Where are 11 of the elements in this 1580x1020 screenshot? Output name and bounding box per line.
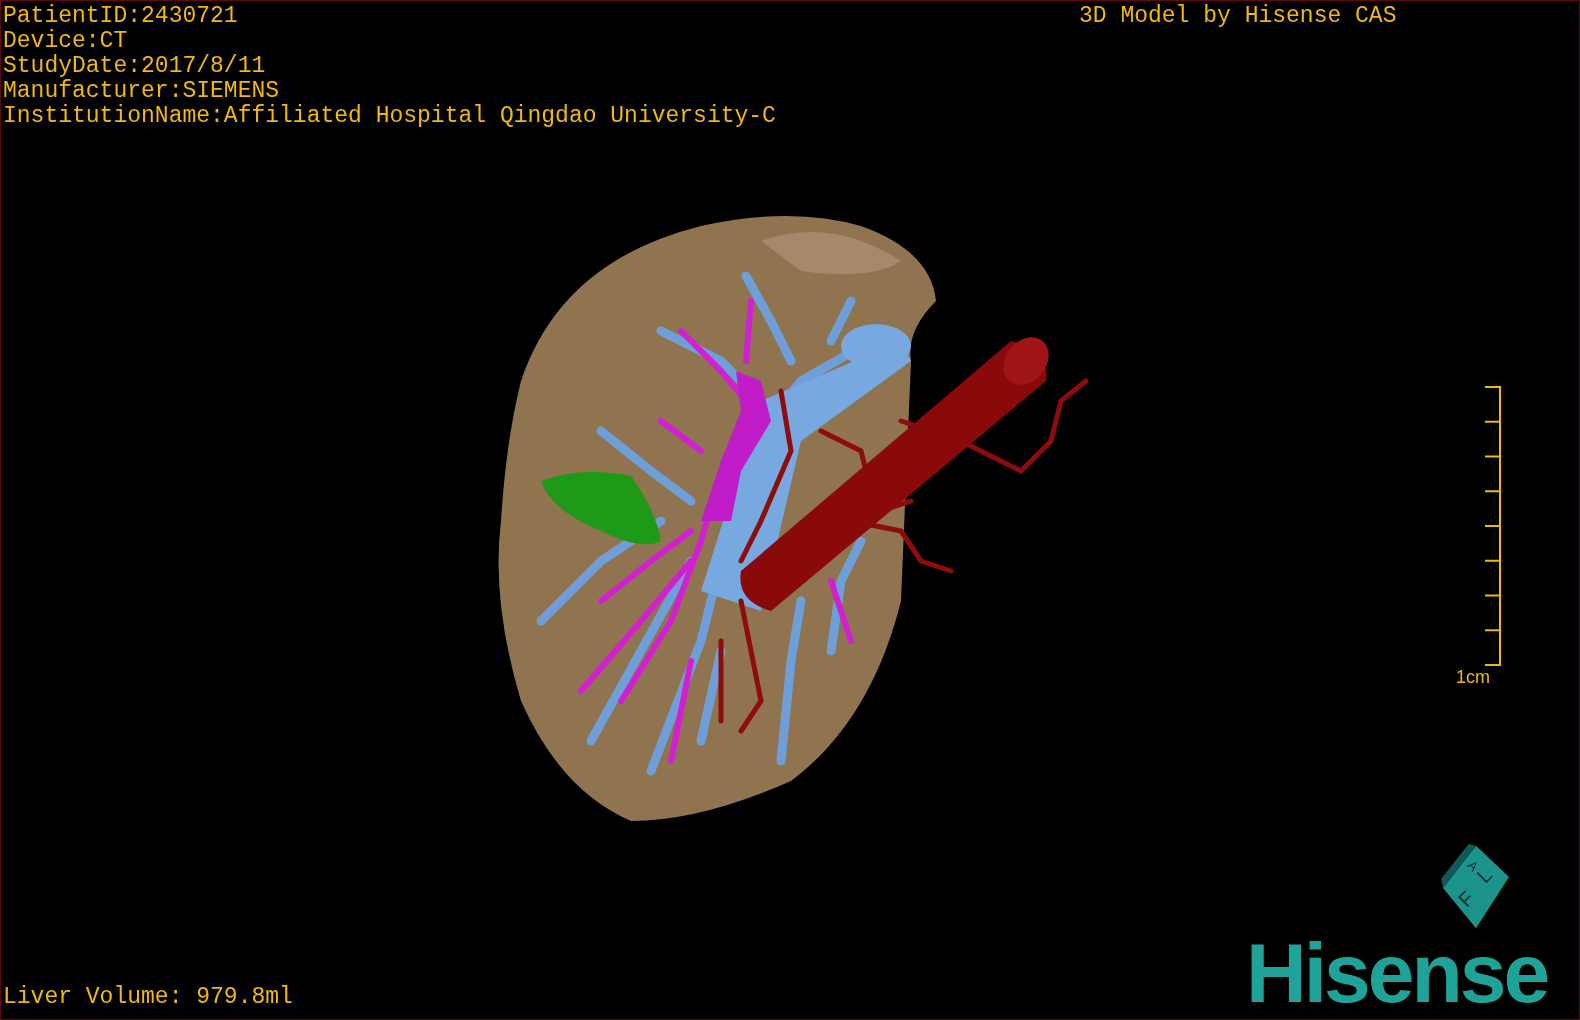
scale-bar-icon (1483, 386, 1503, 666)
patient-info-text: PatientID:2430721 (3, 4, 238, 29)
logo-text: Hisense (1246, 931, 1548, 1015)
model-title: 3D Model by Hisense CAS (1079, 4, 1397, 29)
viewport-3d[interactable]: PatientID:2430721 Device:CT StudyDate:2017/8/11 Manufacturer:SIEMENS InstitutionName:Affiliated Hospital Qingdao University-C 3D Model by Hisense CAS 1cm Liver Volume: 979.8ml A F L Hisense (0, 0, 1580, 1020)
patient-info-text: Manufacturer:SIEMENS (3, 79, 280, 104)
scale-bar-label: 1cm (1456, 667, 1490, 687)
patient-info-text: InstitutionName:Affiliated Hospital Qingdao University-C (3, 104, 776, 129)
patient-info-text: Device:CT (3, 29, 128, 54)
patient-info-text: StudyDate:2017/8/11 (3, 54, 266, 79)
liver-volume-text: Liver Volume: 979.8ml (3, 985, 293, 1010)
